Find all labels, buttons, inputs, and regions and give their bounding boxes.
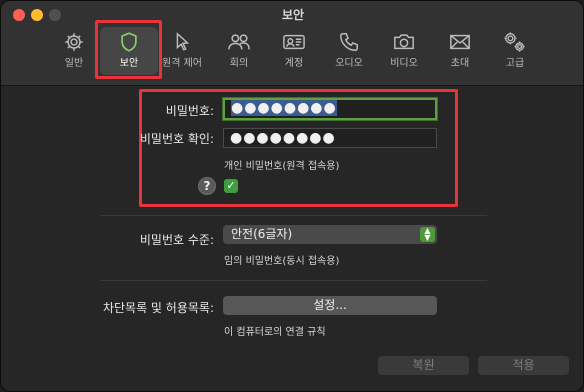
password-level-hint: 임의 비밀번호(동시 접속용) [224,256,340,267]
password-hint: 개인 비밀번호(원격 접속용) [224,161,340,172]
id-card-icon [283,34,305,50]
blocklist-settings-button[interactable]: 설정... [223,296,437,315]
revert-button[interactable]: 복원 [378,356,469,375]
divider [101,215,487,216]
password-checkbox[interactable]: ✓ [224,179,238,193]
password-confirm-value: ●●●●●●●● [230,130,336,146]
password-confirm-field[interactable]: ●●●●●●●● [223,128,437,148]
tab-label: 초대 [450,58,470,69]
tab-advanced[interactable]: 고급 [486,27,544,75]
phone-icon [340,33,358,51]
shield-icon [121,32,137,52]
tab-label: 오디오 [335,58,363,69]
password-label: 비밀번호: [165,104,214,118]
tab-label: 보안 [119,58,139,69]
settings-window: 보안 일반 보안 원격 제어 회의 계정 오디오 비디오 초대 고급 비밀번호:… [0,0,584,392]
tab-label: 계정 [284,58,304,69]
pointer-icon [176,32,190,51]
gear-icon [65,33,83,51]
camera-icon [394,34,414,50]
tab-invite[interactable]: 초대 [431,27,489,75]
apply-button[interactable]: 적용 [478,356,569,375]
gears-icon [504,32,525,52]
titlebar: 보안 일반 보안 원격 제어 회의 계정 오디오 비디오 초대 고급 [1,1,583,86]
tab-meeting[interactable]: 회의 [210,27,268,75]
password-confirm-label: 비밀번호 확인: [139,132,214,146]
password-field[interactable]: ●●●●●●●● [223,98,437,120]
tab-security[interactable]: 보안 [100,27,158,75]
password-value: ●●●●●●●● [231,100,337,116]
divider [101,280,487,281]
tab-label: 일반 [64,58,84,69]
help-button[interactable]: ? [198,177,216,195]
password-level-value: 안전(6글자) [231,227,293,241]
chevron-updown-icon: ▲ ▼ [420,227,435,242]
blocklist-hint: 이 컴퓨터로의 연결 규칙 [224,327,326,338]
password-level-label: 비밀번호 수준: [139,233,214,247]
tab-remote-control[interactable]: 원격 제어 [153,27,211,75]
tab-label: 비디오 [390,58,418,69]
envelope-icon [450,34,470,50]
window-title: 보안 [281,8,305,22]
tab-account[interactable]: 계정 [265,27,323,75]
tab-video[interactable]: 비디오 [375,27,433,75]
password-level-select[interactable]: 안전(6글자) ▲ ▼ [223,225,437,244]
blocklist-label: 차단목록 및 허용목록: [102,301,214,315]
people-icon [228,34,250,50]
tab-label: 회의 [229,58,249,69]
tab-general[interactable]: 일반 [45,27,103,75]
tab-label: 고급 [505,58,525,69]
tab-audio[interactable]: 오디오 [320,27,378,75]
tab-label: 원격 제어 [162,58,202,69]
